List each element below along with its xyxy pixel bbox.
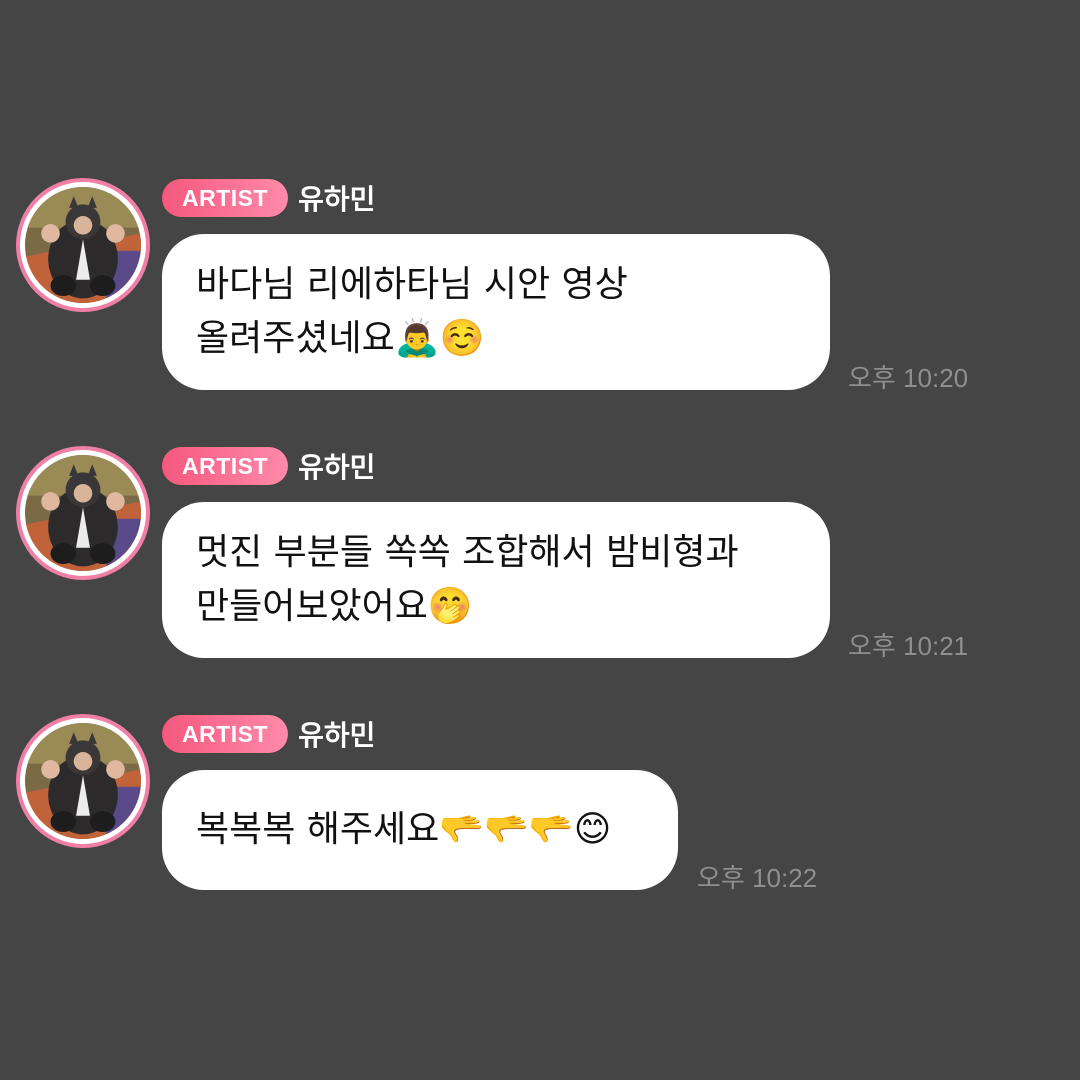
avatar-image [25,187,141,303]
message-bubble[interactable]: 멋진 부분들 쏙쏙 조합해서 밤비형과 만들어보았어요🤭 [162,502,830,658]
artist-badge: ARTIST [162,447,289,485]
message-header: ARTIST 유하민 [162,178,375,218]
message-text-line: 만들어보았어요🤭 [196,586,473,627]
message-text-line: 올려주셨네요🙇‍♂️☺️ [196,318,485,359]
artist-badge: ARTIST [162,715,289,753]
message-text-line: 멋진 부분들 쏙쏙 조합해서 밤비형과 [196,532,739,573]
message-header: ARTIST 유하민 [162,714,375,754]
sender-name[interactable]: 유하민 [298,714,375,754]
avatar-image [25,455,141,571]
artist-badge: ARTIST [162,179,289,217]
message-text-line: 복복복 해주세요🫳🫳🫳😊 [196,809,612,850]
avatar[interactable] [16,178,150,312]
avatar[interactable] [16,446,150,580]
timestamp: 오후 10:21 [848,631,969,661]
sender-name[interactable]: 유하민 [298,178,375,218]
message-bubble[interactable]: 복복복 해주세요🫳🫳🫳😊 [162,770,678,890]
message-text-line: 바다님 리에하타님 시안 영상 [196,264,628,305]
sender-name[interactable]: 유하민 [298,446,375,486]
message-header: ARTIST 유하민 [162,446,375,486]
timestamp: 오후 10:20 [848,363,969,393]
avatar-image [25,723,141,839]
avatar[interactable] [16,714,150,848]
timestamp: 오후 10:22 [697,863,818,893]
message-bubble[interactable]: 바다님 리에하타님 시안 영상 올려주셨네요🙇‍♂️☺️ [162,234,830,390]
